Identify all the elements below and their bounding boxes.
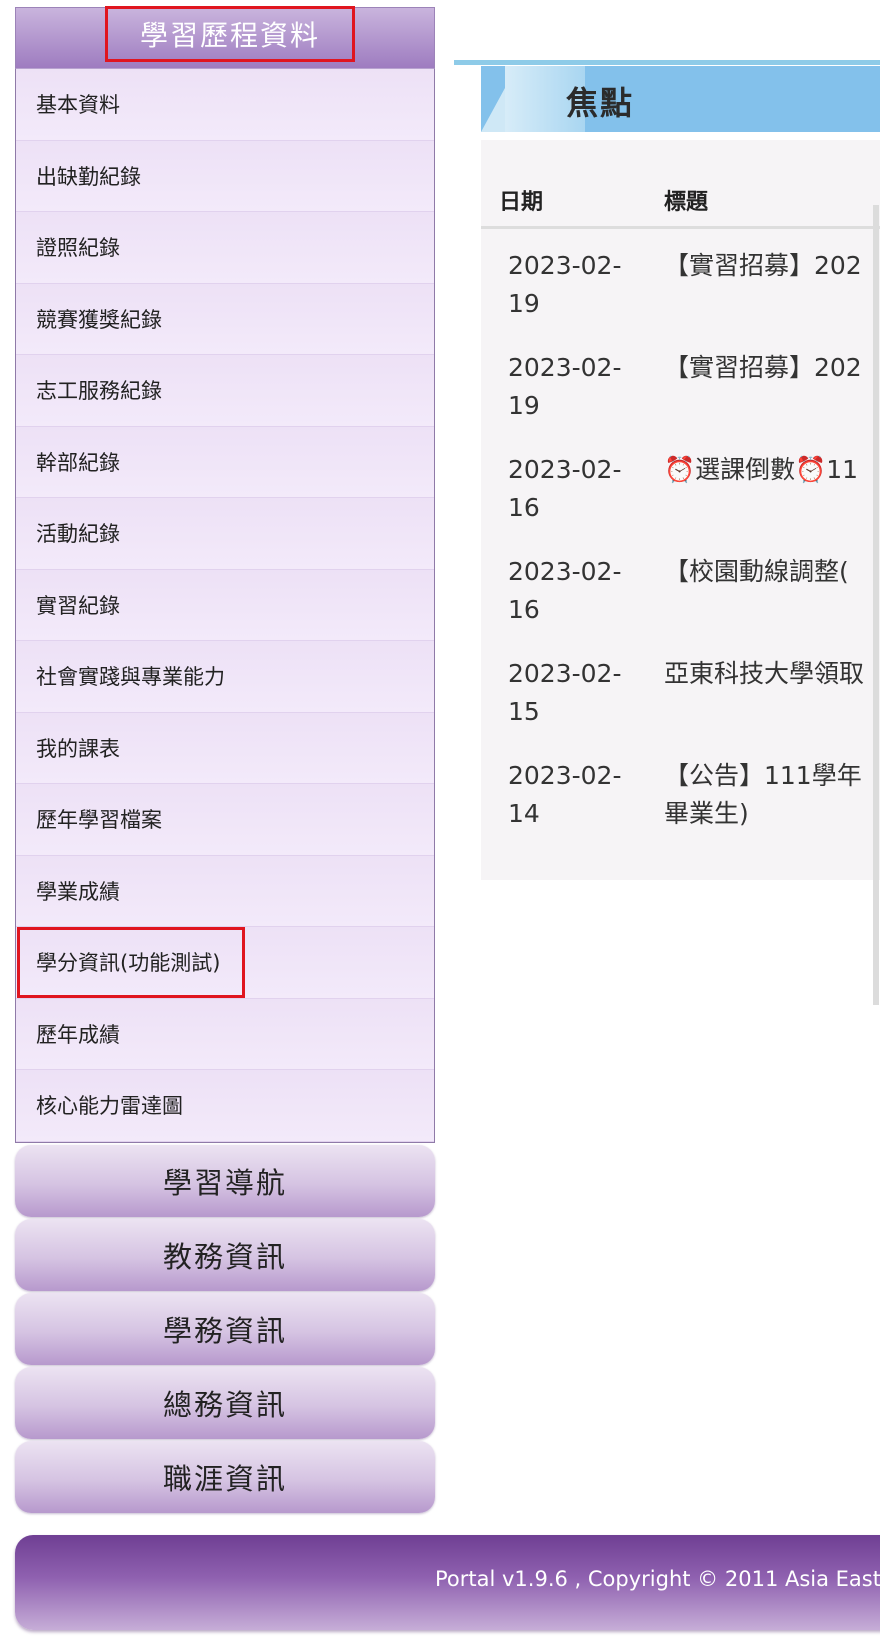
news-title-link[interactable]: 【實習招募】202 — [664, 247, 874, 285]
sidebar-item-academic-grades[interactable]: 學業成績 — [16, 855, 434, 927]
sidebar-item-cadre[interactable]: 幹部紀錄 — [16, 426, 434, 498]
sidebar-item-my-schedule[interactable]: 我的課表 — [16, 712, 434, 784]
news-date: 2023-02-19 — [508, 251, 622, 318]
table-row[interactable]: 2023-02-15 亞東科技大學領取 — [481, 637, 871, 743]
sidebar-item-internship[interactable]: 實習紀錄 — [16, 569, 434, 641]
sidebar-item-activities[interactable]: 活動紀錄 — [16, 498, 434, 570]
news-date: 2023-02-14 — [508, 761, 622, 828]
news-date: 2023-02-19 — [508, 353, 622, 420]
sidebar-item-label: 志工服務紀錄 — [36, 379, 162, 404]
news-date: 2023-02-16 — [508, 455, 622, 522]
focus-title: 焦點 — [566, 84, 635, 122]
category-button-learning-nav[interactable]: 學習導航 — [15, 1144, 435, 1217]
sidebar-item-social-practice[interactable]: 社會實踐與專業能力 — [16, 641, 434, 713]
column-header-title: 標題 — [664, 190, 709, 215]
sidebar-item-label: 我的課表 — [36, 736, 120, 761]
focus-panel: 焦點 日期 標題 2023-02-19 【實習招募】202 2023-02-19… — [454, 60, 880, 1005]
sidebar-menu: 基本資料 出缺勤紀錄 證照紀錄 競賽獲獎紀錄 志工服務紀錄 幹部紀錄 活動紀錄 … — [15, 68, 435, 1143]
sidebar-item-label: 核心能力雷達圖 — [36, 1094, 183, 1119]
sidebar-item-competition-awards[interactable]: 競賽獲獎紀錄 — [16, 283, 434, 355]
sidebar-item-core-radar[interactable]: 核心能力雷達圖 — [16, 1070, 434, 1142]
sidebar-item-label: 幹部紀錄 — [36, 450, 120, 475]
category-button-career[interactable]: 職涯資訊 — [15, 1440, 435, 1513]
news-table-header: 日期 標題 — [481, 140, 880, 229]
sidebar-item-label: 競賽獲獎紀錄 — [36, 307, 162, 332]
category-button-student-affairs[interactable]: 學務資訊 — [15, 1292, 435, 1365]
news-title-link[interactable]: ⏰選課倒數⏰11 — [664, 451, 874, 489]
footer-copyright: Portal v1.9.6 , Copyright © 2011 Asia Ea… — [435, 1567, 880, 1591]
sidebar-item-label: 出缺勤紀錄 — [36, 164, 141, 189]
sidebar-item-label: 歷年成績 — [36, 1022, 120, 1047]
sidebar-item-credit-info[interactable]: 學分資訊(功能測試) — [16, 927, 434, 999]
table-row[interactable]: 2023-02-14 【公告】111學年 畢業生) — [481, 739, 871, 845]
table-row[interactable]: 2023-02-19 【實習招募】202 — [481, 331, 871, 437]
news-title-link[interactable]: 【公告】111學年 畢業生) — [664, 757, 874, 833]
table-row[interactable]: 2023-02-16 ⏰選課倒數⏰11 — [481, 433, 871, 539]
category-button-general-affairs[interactable]: 總務資訊 — [15, 1366, 435, 1439]
sidebar-item-label: 實習紀錄 — [36, 593, 120, 618]
sidebar-header: 學習歷程資料 — [15, 6, 435, 68]
sidebar-item-label: 歷年學習檔案 — [36, 808, 162, 833]
sidebar-item-label: 證照紀錄 — [36, 236, 120, 261]
sidebar-header-title[interactable]: 學習歷程資料 — [105, 6, 355, 62]
sidebar-item-label: 社會實踐與專業能力 — [36, 665, 225, 690]
sidebar-item-label: 活動紀錄 — [36, 522, 120, 547]
footer: Portal v1.9.6 , Copyright © 2011 Asia Ea… — [15, 1535, 880, 1630]
category-button-academic-affairs[interactable]: 教務資訊 — [15, 1218, 435, 1291]
news-title-link[interactable]: 【實習招募】202 — [664, 349, 874, 387]
news-date: 2023-02-15 — [508, 659, 622, 726]
focus-header: 焦點 — [481, 66, 880, 132]
sidebar-item-attendance[interactable]: 出缺勤紀錄 — [16, 140, 434, 212]
sidebar: 學習歷程資料 基本資料 出缺勤紀錄 證照紀錄 競賽獲獎紀錄 志工服務紀錄 幹部紀… — [15, 6, 435, 1513]
news-table: 日期 標題 2023-02-19 【實習招募】202 2023-02-19 【實… — [481, 140, 880, 1005]
news-title-link[interactable]: 【校園動線調整( — [664, 553, 874, 591]
news-title-link[interactable]: 亞東科技大學領取 — [664, 655, 874, 693]
sidebar-item-label: 學分資訊(功能測試) — [36, 951, 221, 976]
vertical-scrollbar[interactable] — [873, 205, 879, 1005]
news-date: 2023-02-16 — [508, 557, 622, 624]
focus-top-line — [454, 60, 880, 65]
sidebar-item-learning-portfolio[interactable]: 歷年學習檔案 — [16, 784, 434, 856]
sidebar-item-label: 學業成績 — [36, 879, 120, 904]
sidebar-item-yearly-grades[interactable]: 歷年成績 — [16, 998, 434, 1070]
sidebar-item-volunteer-service[interactable]: 志工服務紀錄 — [16, 355, 434, 427]
sidebar-item-label: 基本資料 — [36, 93, 120, 118]
sidebar-item-basic-info[interactable]: 基本資料 — [16, 69, 434, 141]
sidebar-item-certificates[interactable]: 證照紀錄 — [16, 212, 434, 284]
table-row[interactable]: 2023-02-19 【實習招募】202 — [481, 229, 871, 335]
column-header-date: 日期 — [499, 190, 544, 215]
table-row[interactable]: 2023-02-16 【校園動線調整( — [481, 535, 871, 641]
